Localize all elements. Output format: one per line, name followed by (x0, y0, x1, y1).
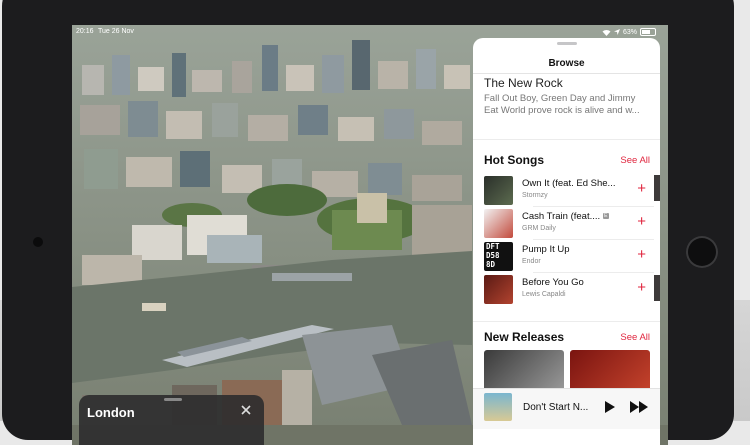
release-artwork[interactable] (570, 350, 650, 392)
featured-playlist-description-2: Eat World prove rock is alive and w... (484, 105, 640, 116)
add-song-icon[interactable]: + (637, 214, 646, 229)
song-row[interactable]: Own It (feat. Ed She... Stormzy + (484, 175, 654, 207)
now-playing-artwork (484, 393, 512, 421)
row-divider (533, 206, 654, 207)
release-artwork[interactable] (484, 350, 564, 392)
place-card[interactable]: London (79, 395, 264, 445)
song-artist: Lewis Capaldi (522, 291, 566, 298)
album-art-text: 8D (486, 260, 496, 269)
song-title-text: Cash Train (feat.... (522, 211, 601, 222)
add-song-icon[interactable]: + (637, 181, 646, 196)
music-browse-panel: Browse The New Rock Fall Out Boy, Green … (473, 38, 660, 445)
album-art (484, 209, 513, 238)
song-title: Before You Go (522, 277, 584, 288)
hot-songs-see-all-link[interactable]: See All (620, 155, 650, 166)
place-card-handle[interactable] (164, 398, 182, 401)
add-song-icon[interactable]: + (637, 247, 646, 262)
featured-playlist-title[interactable]: The New Rock (484, 76, 563, 90)
song-title: Cash Train (feat.... E (522, 211, 609, 222)
song-title: Pump It Up (522, 244, 570, 255)
ipad-screen: 20:16 Tue 26 Nov 63% London Browse The N… (72, 25, 668, 445)
fast-forward-icon[interactable] (629, 400, 649, 414)
home-button[interactable] (686, 236, 718, 268)
song-row[interactable]: Cash Train (feat.... E GRM Daily + (484, 208, 654, 240)
header-divider (473, 73, 660, 74)
battery-percentage: 63% (622, 28, 637, 36)
battery-icon (640, 28, 656, 36)
section-divider (473, 321, 660, 322)
new-releases-title: New Releases (484, 330, 565, 344)
now-playing-title: Don't Start N... (523, 402, 589, 413)
status-time: 20:16 (76, 28, 94, 35)
album-art-text: D58 (486, 251, 500, 260)
explicit-badge: E (603, 213, 609, 220)
album-art: DFT D58 8D (484, 242, 513, 271)
panel-grabber[interactable] (557, 42, 577, 45)
add-song-icon[interactable]: + (637, 280, 646, 295)
featured-playlist-description: Fall Out Boy, Green Day and Jimmy (484, 93, 636, 104)
wifi-icon (602, 29, 611, 36)
location-arrow-icon (613, 29, 620, 35)
album-art (484, 275, 513, 304)
browse-title: Browse (548, 58, 585, 69)
next-page-edge (654, 175, 660, 201)
play-icon[interactable] (604, 400, 616, 414)
song-title: Own It (feat. Ed She... (522, 178, 616, 189)
front-camera (33, 237, 43, 247)
song-row[interactable]: Before You Go Lewis Capaldi + (484, 274, 654, 304)
mini-player[interactable]: Don't Start N... (473, 388, 660, 429)
section-divider (473, 139, 660, 140)
next-page-edge (654, 275, 660, 301)
hot-songs-title: Hot Songs (484, 153, 544, 167)
new-releases-see-all-link[interactable]: See All (620, 332, 650, 343)
song-artist: GRM Daily (522, 225, 556, 232)
song-row[interactable]: DFT D58 8D Pump It Up Endor + (484, 241, 654, 273)
album-art (484, 176, 513, 205)
status-right-group: 63% (602, 28, 656, 36)
song-artist: Stormzy (522, 192, 548, 199)
row-divider (533, 272, 654, 273)
status-date: Tue 26 Nov (98, 28, 134, 35)
album-art-text: DFT (486, 242, 500, 251)
close-icon[interactable] (240, 404, 252, 416)
place-title: London (87, 405, 135, 420)
song-artist: Endor (522, 258, 541, 265)
row-divider (533, 239, 654, 240)
